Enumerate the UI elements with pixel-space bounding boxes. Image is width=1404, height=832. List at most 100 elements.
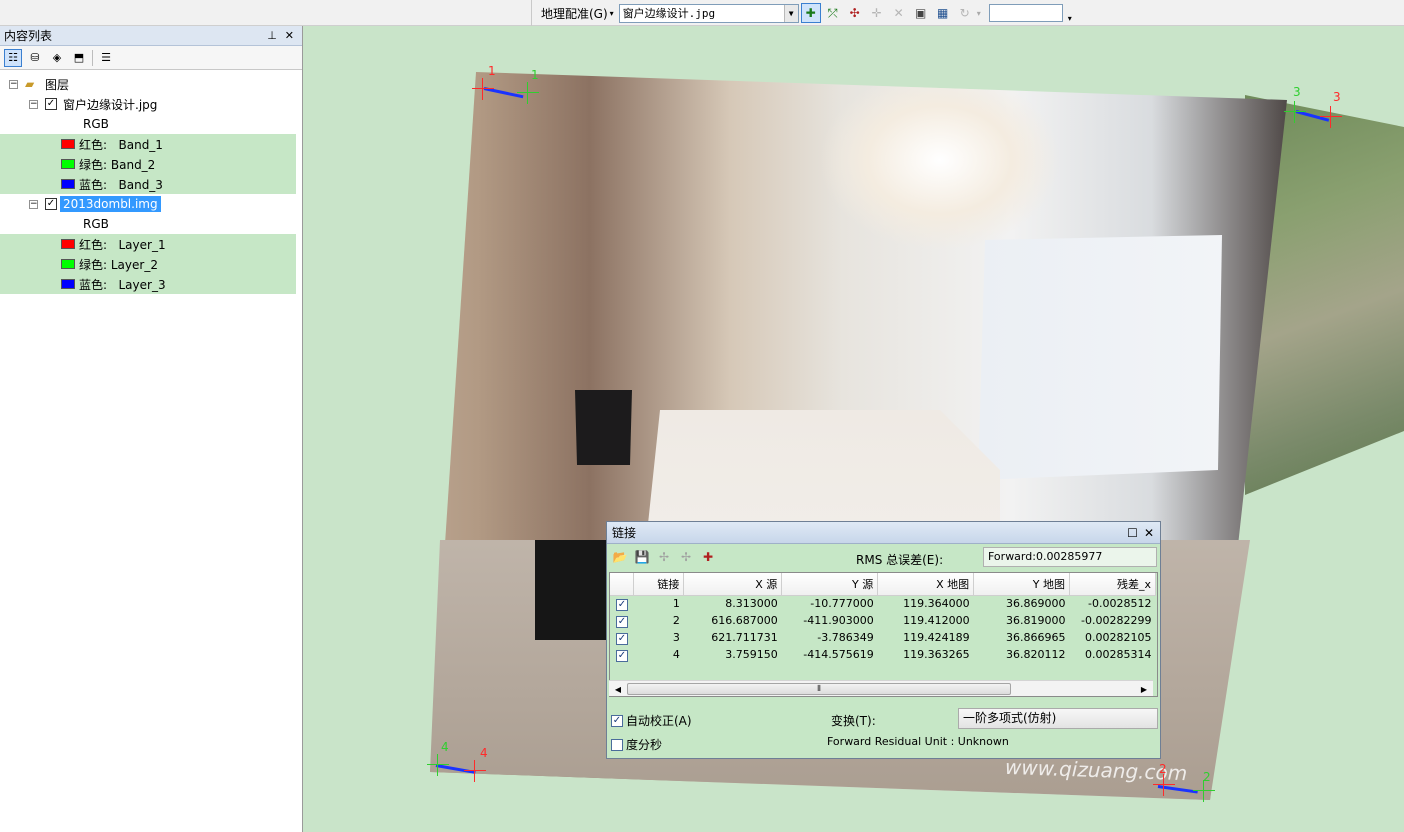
delete-link-icon[interactable]: ✢ [655,548,673,566]
gcp-target-label: 1 [531,68,539,82]
dms-option[interactable]: 度分秒 [611,736,662,753]
y-map-cell: 36.869000 [1006,597,1066,611]
auto-adjust-checkbox[interactable]: ✓ [611,714,623,727]
select-link-button[interactable]: ⤱ [823,3,843,23]
scroll-left-icon[interactable]: ◀ [611,682,625,696]
layer-name[interactable]: 窗户边缘设计.jpg [63,96,157,113]
open-links-icon[interactable]: 📂 [611,548,629,566]
link-table: 链接 X 源 Y 源 X 地图 Y 地图 残差_x ✓ 1 8.313000 -… [609,572,1158,697]
rotate-button[interactable]: ↻ [955,3,975,23]
column-header[interactable]: 残差_x [1069,573,1156,596]
zoom-to-link-button[interactable]: ✛ [867,3,887,23]
layer-row[interactable]: − ✓ 2013dombl.img [0,194,298,214]
residual-x-cell: -0.0028512 [1088,597,1152,611]
band-swatch [61,139,75,149]
list-by-visibility-icon[interactable]: ◈ [48,49,66,67]
column-header[interactable]: Y 源 [781,573,879,596]
toc-title: 内容列表 [4,29,53,43]
scrollbar-thumb[interactable]: ⦀ [627,683,1011,695]
add-link-icon[interactable]: ✚ [699,548,717,566]
close-icon[interactable]: ✕ [285,29,294,42]
y-source-cell: -414.575619 [803,648,874,661]
band-channel: 红色: [79,137,108,152]
x-map-cell: 119.424189 [903,631,970,644]
band-channel: 蓝色: [79,177,108,192]
list-by-source-icon[interactable]: ⛁ [26,49,44,67]
options-icon[interactable]: ☰ [97,49,115,67]
layer-name[interactable]: 2013dombl.img [60,196,161,212]
layer-visibility-checkbox[interactable]: ✓ [45,98,57,110]
table-row[interactable]: ✓ 3 621.711731 -3.786349 119.424189 36.8… [610,629,1156,646]
auto-adjust-label: 自动校正(A) [626,714,692,728]
layer-select[interactable]: 窗户边缘设计.jpg ▼ [618,3,799,23]
x-source-cell: 8.313000 [725,597,778,611]
table-row[interactable]: ✓ 1 8.313000 -10.777000 119.364000 36.86… [610,595,1156,612]
column-header[interactable]: Y 地图 [973,573,1070,596]
gcp-target-label: 4 [441,740,449,754]
y-map-cell: 36.819000 [1006,614,1066,627]
list-by-selection-icon[interactable]: ⬒ [70,49,88,67]
band-channel: 蓝色: [79,277,108,292]
maximize-icon[interactable]: ☐ [1127,526,1138,540]
layer-select-value: 窗户边缘设计.jpg [622,7,716,20]
band-value: Layer_3 [118,277,166,292]
add-control-points-button[interactable]: ✚ [800,3,821,23]
column-header[interactable]: X 地图 [877,573,975,596]
dms-checkbox[interactable] [611,738,623,751]
link-enabled-checkbox[interactable]: ✓ [615,632,628,645]
x-source-cell: 616.687000 [711,614,778,627]
save-links-icon[interactable]: 💾 [633,548,651,566]
band-label: 绿色: Layer_2 [79,256,158,273]
rotation-input[interactable] [988,4,1063,22]
link-enabled-checkbox[interactable]: ✓ [615,615,628,628]
band-swatch [61,159,75,169]
band-swatch [61,259,75,269]
viewer-button[interactable]: ▣ [911,3,931,23]
band-swatch [61,279,75,289]
link-table-button[interactable]: ▦ [933,3,953,23]
table-row[interactable]: ✓ 4 3.759150 -414.575619 119.363265 36.8… [610,646,1156,663]
delete-link-icon: ✕ [893,6,904,20]
layer-visibility-checkbox[interactable]: ✓ [45,198,57,210]
link-enabled-checkbox[interactable]: ✓ [615,649,628,662]
y-source-cell: -10.777000 [810,597,874,611]
band-row: 绿色: Layer_2 [0,254,296,274]
band-row: 蓝色: Band_3 [0,174,296,194]
table-row[interactable]: ✓ 2 616.687000 -411.903000 119.412000 36… [610,612,1156,629]
layer-row[interactable]: − ✓ 窗户边缘设计.jpg [0,94,298,114]
residual-x-cell: 0.00282105 [1085,631,1152,644]
tree-root-label: 图层 [45,77,70,92]
zoom-to-link-icon[interactable]: ✢ [677,548,695,566]
move-link-button[interactable]: ✣ [845,3,865,23]
band-swatch [61,179,75,189]
y-map-cell: 36.866965 [1006,631,1066,644]
pin-icon[interactable]: ⊥ [267,29,277,42]
collapse-icon[interactable]: − [9,79,18,89]
dialog-title-bar[interactable]: 链接 ☐ ✕ [607,522,1160,544]
select-link-icon: ⤱ [827,5,838,20]
list-by-drawing-order-icon[interactable]: ☷ [4,48,22,67]
close-icon[interactable]: ✕ [1144,526,1154,540]
link-id-cell: 4 [672,648,680,661]
link-id-cell: 2 [672,614,680,627]
link-enabled-checkbox[interactable]: ✓ [615,598,628,611]
georeferencing-menu[interactable]: 地理配准(G) ▾ [538,3,617,23]
tree-root: − ▰ 图层 [0,74,298,94]
band-row: 红色: Band_1 [0,134,296,154]
delete-link-button[interactable]: ✕ [889,3,909,23]
column-header[interactable]: X 源 [683,573,783,596]
auto-adjust-option[interactable]: ✓ 自动校正(A) [611,712,692,729]
zoom-to-link-icon: ✛ [871,6,882,20]
chevron-down-icon: ▾ [609,8,614,18]
collapse-icon[interactable]: − [29,99,38,109]
dropdown-arrow-icon[interactable]: ▼ [783,4,798,22]
transform-select[interactable]: 一阶多项式(仿射) [958,708,1158,729]
column-header[interactable]: 链接 [633,573,685,596]
scroll-right-icon[interactable]: ▶ [1137,682,1151,696]
toolbar-options-icon[interactable]: ▾ [1065,3,1075,23]
add-control-points-icon: ✚ [805,6,816,20]
gcp-source-label: 4 [480,746,488,760]
band-swatch [61,239,75,249]
horizontal-scrollbar[interactable]: ◀ ⦀ ▶ [609,680,1153,696]
collapse-icon[interactable]: − [29,199,38,209]
